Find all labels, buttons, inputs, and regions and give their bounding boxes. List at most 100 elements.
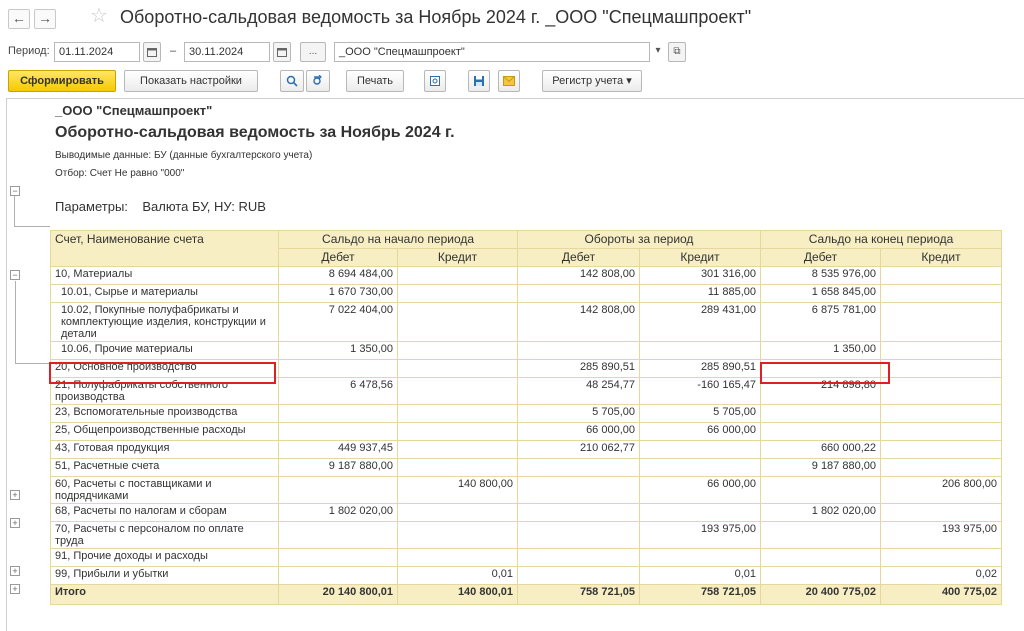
calendar-to-icon[interactable] [273, 42, 291, 62]
favorite-star-icon[interactable]: ☆ [90, 6, 108, 26]
account-name-cell[interactable]: 70, Расчеты с персоналом по оплате труда [50, 521, 279, 549]
turnover-credit-cell[interactable]: 301 316,00 [639, 266, 761, 285]
closing-debit-cell[interactable] [760, 548, 881, 567]
closing-debit-cell[interactable]: 1 658 845,00 [760, 284, 881, 303]
account-name-cell[interactable]: Итого [50, 584, 279, 605]
turnover-credit-cell[interactable]: 285 890,51 [639, 359, 761, 378]
account-name-cell[interactable]: 51, Расчетные счета [50, 458, 279, 477]
closing-credit-cell[interactable] [880, 377, 1002, 405]
turnover-debit-cell[interactable]: 48 254,77 [517, 377, 640, 405]
table-row[interactable]: 60, Расчеты с поставщиками и подрядчикам… [50, 476, 1002, 504]
closing-debit-cell[interactable]: 1 802 020,00 [760, 503, 881, 522]
account-name-cell[interactable]: 10.06, Прочие материалы [50, 341, 279, 360]
opening-credit-cell[interactable] [397, 548, 518, 567]
opening-credit-cell[interactable] [397, 359, 518, 378]
opening-debit-cell[interactable] [278, 476, 398, 504]
forward-button[interactable]: → [34, 9, 56, 29]
account-name-cell[interactable]: 60, Расчеты с поставщиками и подрядчикам… [50, 476, 279, 504]
closing-debit-cell[interactable] [760, 521, 881, 549]
table-row[interactable]: 70, Расчеты с персоналом по оплате труда… [50, 521, 1002, 549]
closing-debit-cell[interactable] [760, 404, 881, 423]
table-row[interactable]: 10.06, Прочие материалы 1 350,00 1 350,00 [50, 341, 1002, 360]
table-total-row[interactable]: Итого 20 140 800,01 140 800,01 758 721,05 75… [50, 584, 1002, 605]
expand-row-99-icon[interactable]: + [10, 584, 20, 594]
table-row[interactable]: 99, Прибыли и убытки 0,01 0,01 0,02 [50, 566, 1002, 585]
expand-row-68-icon[interactable]: + [10, 518, 20, 528]
collapse-row-10-icon[interactable]: − [10, 270, 20, 280]
opening-debit-cell[interactable]: 449 937,45 [278, 440, 398, 459]
account-name-cell[interactable]: 10.01, Сырье и материалы [50, 284, 279, 303]
turnover-credit-cell[interactable] [639, 548, 761, 567]
table-row[interactable]: 10, Материалы 8 694 484,00 142 808,00 301 3… [50, 266, 1002, 285]
table-row[interactable]: 10.01, Сырье и материалы 1 670 730,00 11 8… [50, 284, 1002, 303]
closing-credit-cell[interactable]: 0,02 [880, 566, 1002, 585]
opening-credit-cell[interactable] [397, 503, 518, 522]
turnover-debit-cell[interactable]: 142 808,00 [517, 302, 640, 342]
calendar-from-icon[interactable] [143, 42, 161, 62]
account-name-cell[interactable]: 99, Прибыли и убытки [50, 566, 279, 585]
turnover-credit-cell[interactable]: 11 885,00 [639, 284, 761, 303]
account-name-cell[interactable]: 23, Вспомогательные производства [50, 404, 279, 423]
closing-credit-cell[interactable] [880, 404, 1002, 423]
period-select-button[interactable]: ... [300, 42, 326, 62]
table-row[interactable]: 23, Вспомогательные производства 5 705,00… [50, 404, 1002, 423]
closing-credit-cell[interactable] [880, 548, 1002, 567]
opening-credit-cell[interactable]: 140 800,00 [397, 476, 518, 504]
opening-debit-cell[interactable]: 1 802 020,00 [278, 503, 398, 522]
closing-credit-cell[interactable] [880, 341, 1002, 360]
save-button[interactable] [468, 70, 490, 92]
period-from-input[interactable]: 01.11.2024 [54, 42, 140, 62]
generate-button[interactable]: Сформировать [8, 70, 116, 92]
closing-debit-cell[interactable] [760, 476, 881, 504]
closing-credit-cell[interactable] [880, 458, 1002, 477]
search-button[interactable] [280, 70, 304, 92]
turnover-credit-cell[interactable] [639, 440, 761, 459]
turnover-credit-cell[interactable]: 758 721,05 [639, 584, 761, 605]
closing-debit-cell[interactable]: 660 000,22 [760, 440, 881, 459]
opening-credit-cell[interactable] [397, 440, 518, 459]
opening-debit-cell[interactable] [278, 521, 398, 549]
turnover-debit-cell[interactable]: 210 062,77 [517, 440, 640, 459]
opening-debit-cell[interactable]: 1 670 730,00 [278, 284, 398, 303]
turnover-credit-cell[interactable]: 193 975,00 [639, 521, 761, 549]
opening-credit-cell[interactable] [397, 404, 518, 423]
opening-credit-cell[interactable] [397, 377, 518, 405]
opening-debit-cell[interactable]: 1 350,00 [278, 341, 398, 360]
closing-debit-cell[interactable]: 8 535 976,00 [760, 266, 881, 285]
turnover-debit-cell[interactable] [517, 476, 640, 504]
closing-credit-cell[interactable] [880, 266, 1002, 285]
closing-credit-cell[interactable]: 400 775,02 [880, 584, 1002, 605]
table-row[interactable]: 25, Общепроизводственные расходы 66 000,0… [50, 422, 1002, 441]
turnover-debit-cell[interactable] [517, 458, 640, 477]
opening-debit-cell[interactable] [278, 359, 398, 378]
turnover-debit-cell[interactable] [517, 566, 640, 585]
send-email-button[interactable] [498, 70, 520, 92]
turnover-credit-cell[interactable] [639, 341, 761, 360]
opening-credit-cell[interactable] [397, 302, 518, 342]
closing-credit-cell[interactable] [880, 503, 1002, 522]
preview-button[interactable] [424, 70, 446, 92]
closing-debit-cell[interactable]: 20 400 775,02 [760, 584, 881, 605]
turnover-credit-cell[interactable]: 5 705,00 [639, 404, 761, 423]
show-settings-button[interactable]: Показать настройки [124, 70, 258, 92]
opening-debit-cell[interactable]: 6 478,56 [278, 377, 398, 405]
closing-debit-cell[interactable]: 6 875 781,00 [760, 302, 881, 342]
turnover-debit-cell[interactable] [517, 521, 640, 549]
organization-select[interactable]: _ООО "Спецмашпроект" [334, 42, 650, 62]
account-name-cell[interactable]: 10, Материалы [50, 266, 279, 285]
table-row[interactable]: 68, Расчеты по налогам и сборам 1 802 020… [50, 503, 1002, 522]
closing-debit-cell[interactable] [760, 422, 881, 441]
accounting-register-dropdown[interactable]: Регистр учета ▾ [542, 70, 642, 92]
expand-row-91-icon[interactable]: + [10, 566, 20, 576]
opening-credit-cell[interactable] [397, 341, 518, 360]
turnover-debit-cell[interactable]: 5 705,00 [517, 404, 640, 423]
closing-debit-cell[interactable] [760, 566, 881, 585]
opening-debit-cell[interactable]: 9 187 880,00 [278, 458, 398, 477]
turnover-debit-cell[interactable]: 285 890,51 [517, 359, 640, 378]
search-next-button[interactable] [306, 70, 330, 92]
table-row[interactable]: 51, Расчетные счета 9 187 880,00 9 187 880… [50, 458, 1002, 477]
opening-credit-cell[interactable] [397, 521, 518, 549]
opening-debit-cell[interactable] [278, 422, 398, 441]
closing-credit-cell[interactable] [880, 440, 1002, 459]
closing-credit-cell[interactable]: 206 800,00 [880, 476, 1002, 504]
